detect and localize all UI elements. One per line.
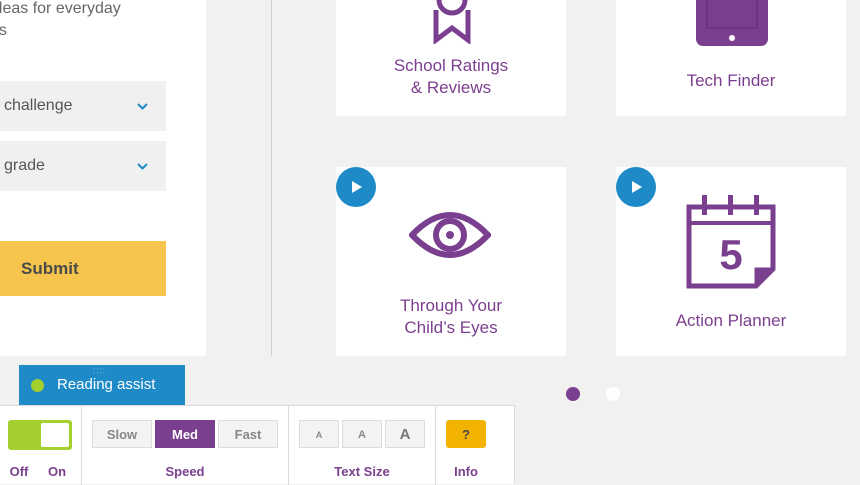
reading-assist-toggle[interactable] (8, 420, 72, 450)
tool-card-label: Through Your Child’s Eyes (399, 296, 503, 337)
calendar-day: 5 (719, 231, 742, 278)
text-size-small-button[interactable]: A (299, 420, 339, 448)
challenge-select-value: challenge (4, 97, 73, 114)
intro-line-1: ideas for everyday (0, 0, 121, 17)
play-icon (352, 181, 362, 193)
play-icon (632, 181, 642, 193)
tool-card-action-planner[interactable]: 5 Action Planner (616, 167, 846, 356)
reading-assist-tab[interactable]: :::: Reading assist (19, 365, 185, 405)
calendar-icon: 5 (684, 195, 778, 296)
speed-med-button[interactable]: Med (155, 420, 215, 448)
speed-label: Speed (165, 464, 205, 479)
reading-assist-label: Reading assist (57, 376, 156, 393)
tool-card-tech-finder[interactable]: Tech Finder (616, 0, 846, 116)
tablet-icon (694, 0, 770, 53)
tool-card-label: Action Planner (675, 311, 787, 330)
challenge-select[interactable]: challenge (0, 81, 166, 131)
info-label: Info (454, 464, 478, 479)
form-intro-text: ideas for everyday es (0, 0, 190, 42)
info-button[interactable]: ? (446, 420, 486, 448)
grade-select[interactable]: grade (0, 141, 166, 191)
drag-handle-icon[interactable]: :::: (93, 367, 106, 375)
carousel-dot-2[interactable] (606, 387, 620, 401)
carousel-dot-1[interactable] (566, 387, 580, 401)
tool-card-label: Tech Finder (686, 71, 776, 90)
speed-fast-button[interactable]: Fast (218, 420, 278, 448)
tool-card-school-ratings[interactable]: School Ratings & Reviews (336, 0, 566, 116)
toggle-off-label: Off (9, 464, 29, 479)
speed-slow-button[interactable]: Slow (92, 420, 152, 448)
status-indicator (31, 379, 44, 392)
intro-line-2: es (0, 22, 7, 39)
chevron-down-icon (137, 81, 148, 131)
text-size-label: Text Size (334, 464, 390, 479)
play-video-button[interactable] (616, 167, 656, 207)
toggle-knob (41, 423, 69, 447)
play-video-button[interactable] (336, 167, 376, 207)
text-size-large-button[interactable]: A (385, 420, 425, 448)
text-size-medium-button[interactable]: A (342, 420, 382, 448)
submit-button[interactable]: Submit (0, 241, 166, 296)
chevron-down-icon (137, 141, 148, 191)
grade-select-value: grade (4, 157, 45, 174)
eye-icon (407, 209, 493, 266)
reading-assist-toolbar: Off On Slow Med Fast Speed A A A Text Si… (0, 405, 515, 485)
column-divider (271, 0, 272, 356)
help-form-panel: ideas for everyday es challenge grade Su… (0, 0, 206, 356)
ribbon-award-icon (432, 0, 472, 49)
tool-card-through-your-childs-eyes[interactable]: Through Your Child’s Eyes (336, 167, 566, 356)
toggle-on-label: On (47, 464, 67, 479)
tool-card-label: School Ratings & Reviews (393, 56, 509, 97)
